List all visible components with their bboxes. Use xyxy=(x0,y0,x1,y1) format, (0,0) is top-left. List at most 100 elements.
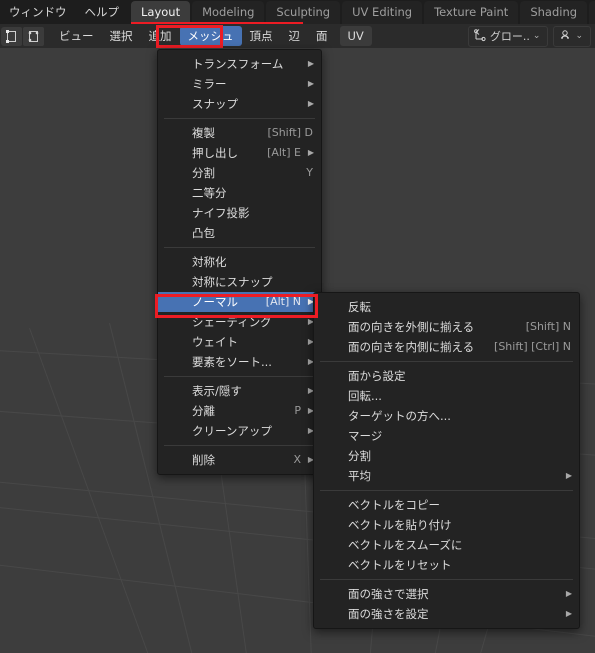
menu-item[interactable]: ベクトルをスムーズに xyxy=(314,535,579,555)
top-bar-menus: ウィンドウ ヘルプ xyxy=(0,0,128,24)
menu-item[interactable]: 分割 xyxy=(314,446,579,466)
menu-item[interactable]: 押し出し [Alt] E ▶ xyxy=(158,143,321,163)
header-menu-0[interactable]: ビュー xyxy=(51,26,102,46)
submenu-arrow-icon: ▶ xyxy=(565,589,572,598)
menu-item[interactable]: トランスフォーム ▶ xyxy=(158,54,321,74)
menu-separator xyxy=(320,490,573,491)
menu-item-shortcut: [Alt] N xyxy=(265,295,301,308)
header-menu-4[interactable]: 頂点 xyxy=(242,26,281,46)
topmenu-window[interactable]: ウィンドウ xyxy=(0,2,76,22)
menu-item-label: 削除 xyxy=(192,453,215,467)
submenu-arrow-icon: ▶ xyxy=(307,59,314,68)
menu-separator xyxy=(320,361,573,362)
menu-item[interactable]: スナップ ▶ xyxy=(158,94,321,114)
workspace-tab-layout[interactable]: Layout xyxy=(131,1,191,24)
menu-item[interactable]: 要素をソート... ▶ xyxy=(158,352,321,372)
menu-item-label: ノーマル xyxy=(192,295,238,309)
menu-item-label: 表示/隠す xyxy=(192,384,242,398)
menu-item-label: 複製 xyxy=(192,126,215,140)
menu-item[interactable]: ウェイト ▶ xyxy=(158,332,321,352)
chevron-down-icon: ⌄ xyxy=(575,31,583,41)
menu-item-shortcut: [Shift] N xyxy=(525,320,571,333)
menu-item[interactable]: ベクトルをリセット xyxy=(314,555,579,575)
normals-submenu: 反転面の向きを外側に揃える [Shift] N 面の向きを内側に揃える [Shift]… xyxy=(313,292,580,629)
menu-item[interactable]: 面の向きを外側に揃える [Shift] N xyxy=(314,317,579,337)
top-bar: ウィンドウ ヘルプ Layout Modeling Sculpting UV Editi… xyxy=(0,0,595,24)
menu-item-shortcut: X xyxy=(293,453,301,466)
menu-item-label: 分割 xyxy=(348,449,371,463)
vertex-select-icon[interactable] xyxy=(1,26,22,46)
menu-item[interactable]: 凸包 xyxy=(158,223,321,243)
header-menu-3[interactable]: メッシュ xyxy=(179,26,242,46)
menu-separator xyxy=(164,118,315,119)
menu-item-label: 面の強さで選択 xyxy=(348,587,429,601)
header-menu-2[interactable]: 追加 xyxy=(141,26,180,46)
workspace-tab-modeling[interactable]: Modeling xyxy=(192,1,265,24)
topmenu-help[interactable]: ヘルプ xyxy=(76,2,129,22)
menu-item[interactable]: ナイフ投影 xyxy=(158,203,321,223)
menu-item-label: 面から設定 xyxy=(348,369,406,383)
select-mode-buttons xyxy=(1,26,45,46)
workspace-tab-uv-editing[interactable]: UV Editing xyxy=(342,1,423,24)
submenu-arrow-icon: ▶ xyxy=(307,79,314,88)
edge-select-icon[interactable] xyxy=(23,26,44,46)
menu-item-label: ウェイト xyxy=(192,335,238,349)
menu-item[interactable]: 面から設定 xyxy=(314,366,579,386)
menu-item-label: ミラー xyxy=(192,77,227,91)
menu-item[interactable]: 反転 xyxy=(314,297,579,317)
menu-item-label: マージ xyxy=(348,429,383,443)
menu-item-label: クリーンアップ xyxy=(192,424,272,438)
menu-item[interactable]: ターゲットの方へ... xyxy=(314,406,579,426)
menu-item[interactable]: 分離 P ▶ xyxy=(158,401,321,421)
viewport-header-menus: ビュー 選択 追加 メッシュ 頂点辺面 xyxy=(51,26,336,46)
menu-item[interactable]: 対称にスナップ xyxy=(158,272,321,292)
transform-orientation-value: グロー.. xyxy=(489,30,530,43)
workspace-tab-shading[interactable]: Shading xyxy=(520,1,588,24)
menu-item[interactable]: クリーンアップ ▶ xyxy=(158,421,321,441)
menu-item[interactable]: マージ xyxy=(314,426,579,446)
uv-button[interactable]: UV xyxy=(339,26,372,46)
chevron-down-icon: ⌄ xyxy=(532,31,541,41)
workspace-tab-sculpting[interactable]: Sculpting xyxy=(266,1,341,24)
menu-item-label: ナイフ投影 xyxy=(192,206,250,220)
menu-item[interactable]: ノーマル [Alt] N ▶ xyxy=(158,292,321,312)
menu-item[interactable]: 面の向きを内側に揃える [Shift] [Ctrl] N xyxy=(314,337,579,357)
menu-item[interactable]: ミラー ▶ xyxy=(158,74,321,94)
menu-item-label: 面の強さを設定 xyxy=(348,607,429,621)
menu-item-label: 反転 xyxy=(348,300,371,314)
transform-orientation-dropdown[interactable]: グロー.. ⌄ xyxy=(467,25,549,47)
menu-item-label: 対称化 xyxy=(192,255,227,269)
header-menu-5[interactable]: 辺 xyxy=(281,26,309,46)
snap-dropdown[interactable]: ⌄ xyxy=(553,25,591,47)
menu-item-label: 対称にスナップ xyxy=(192,275,273,289)
menu-item-shortcut: [Shift] D xyxy=(267,126,313,139)
menu-item[interactable]: 回転... xyxy=(314,386,579,406)
menu-item[interactable]: 面の強さで選択 ▶ xyxy=(314,584,579,604)
menu-item[interactable]: 分割 Y xyxy=(158,163,321,183)
menu-separator xyxy=(164,445,315,446)
menu-separator xyxy=(320,579,573,580)
header-menu-1[interactable]: 選択 xyxy=(102,26,141,46)
menu-item-label: ベクトルをリセット xyxy=(348,558,452,572)
mesh-dropdown-menu: トランスフォーム ▶ ミラー ▶ スナップ ▶ 複製 [Shift] D 押し出し [Alt] E… xyxy=(157,49,322,475)
menu-item[interactable]: 二等分 xyxy=(158,183,321,203)
menu-item[interactable]: 面の強さを設定 ▶ xyxy=(314,604,579,624)
menu-item[interactable]: 複製 [Shift] D xyxy=(158,123,321,143)
menu-item[interactable]: 平均 ▶ xyxy=(314,466,579,486)
submenu-arrow-icon: ▶ xyxy=(307,148,314,157)
menu-item-label: 押し出し xyxy=(192,146,238,160)
menu-item[interactable]: ベクトルをコピー xyxy=(314,495,579,515)
header-menu-6[interactable]: 面 xyxy=(308,26,336,46)
menu-item-label: ベクトルを貼り付け xyxy=(348,518,452,532)
menu-item-label: ベクトルをスムーズに xyxy=(348,538,463,552)
workspace-tab-animation[interactable]: Animation xyxy=(589,1,595,24)
menu-item-label: 二等分 xyxy=(192,186,227,200)
transform-orientation-icon xyxy=(473,28,487,45)
menu-item[interactable]: 対称化 xyxy=(158,252,321,272)
workspace-tab-texture-paint[interactable]: Texture Paint xyxy=(424,1,519,24)
menu-item[interactable]: ベクトルを貼り付け xyxy=(314,515,579,535)
blender-window: ウィンドウ ヘルプ Layout Modeling Sculpting UV Editi… xyxy=(0,0,595,653)
menu-item[interactable]: シェーディング ▶ xyxy=(158,312,321,332)
menu-item[interactable]: 削除 X ▶ xyxy=(158,450,321,470)
menu-item[interactable]: 表示/隠す ▶ xyxy=(158,381,321,401)
